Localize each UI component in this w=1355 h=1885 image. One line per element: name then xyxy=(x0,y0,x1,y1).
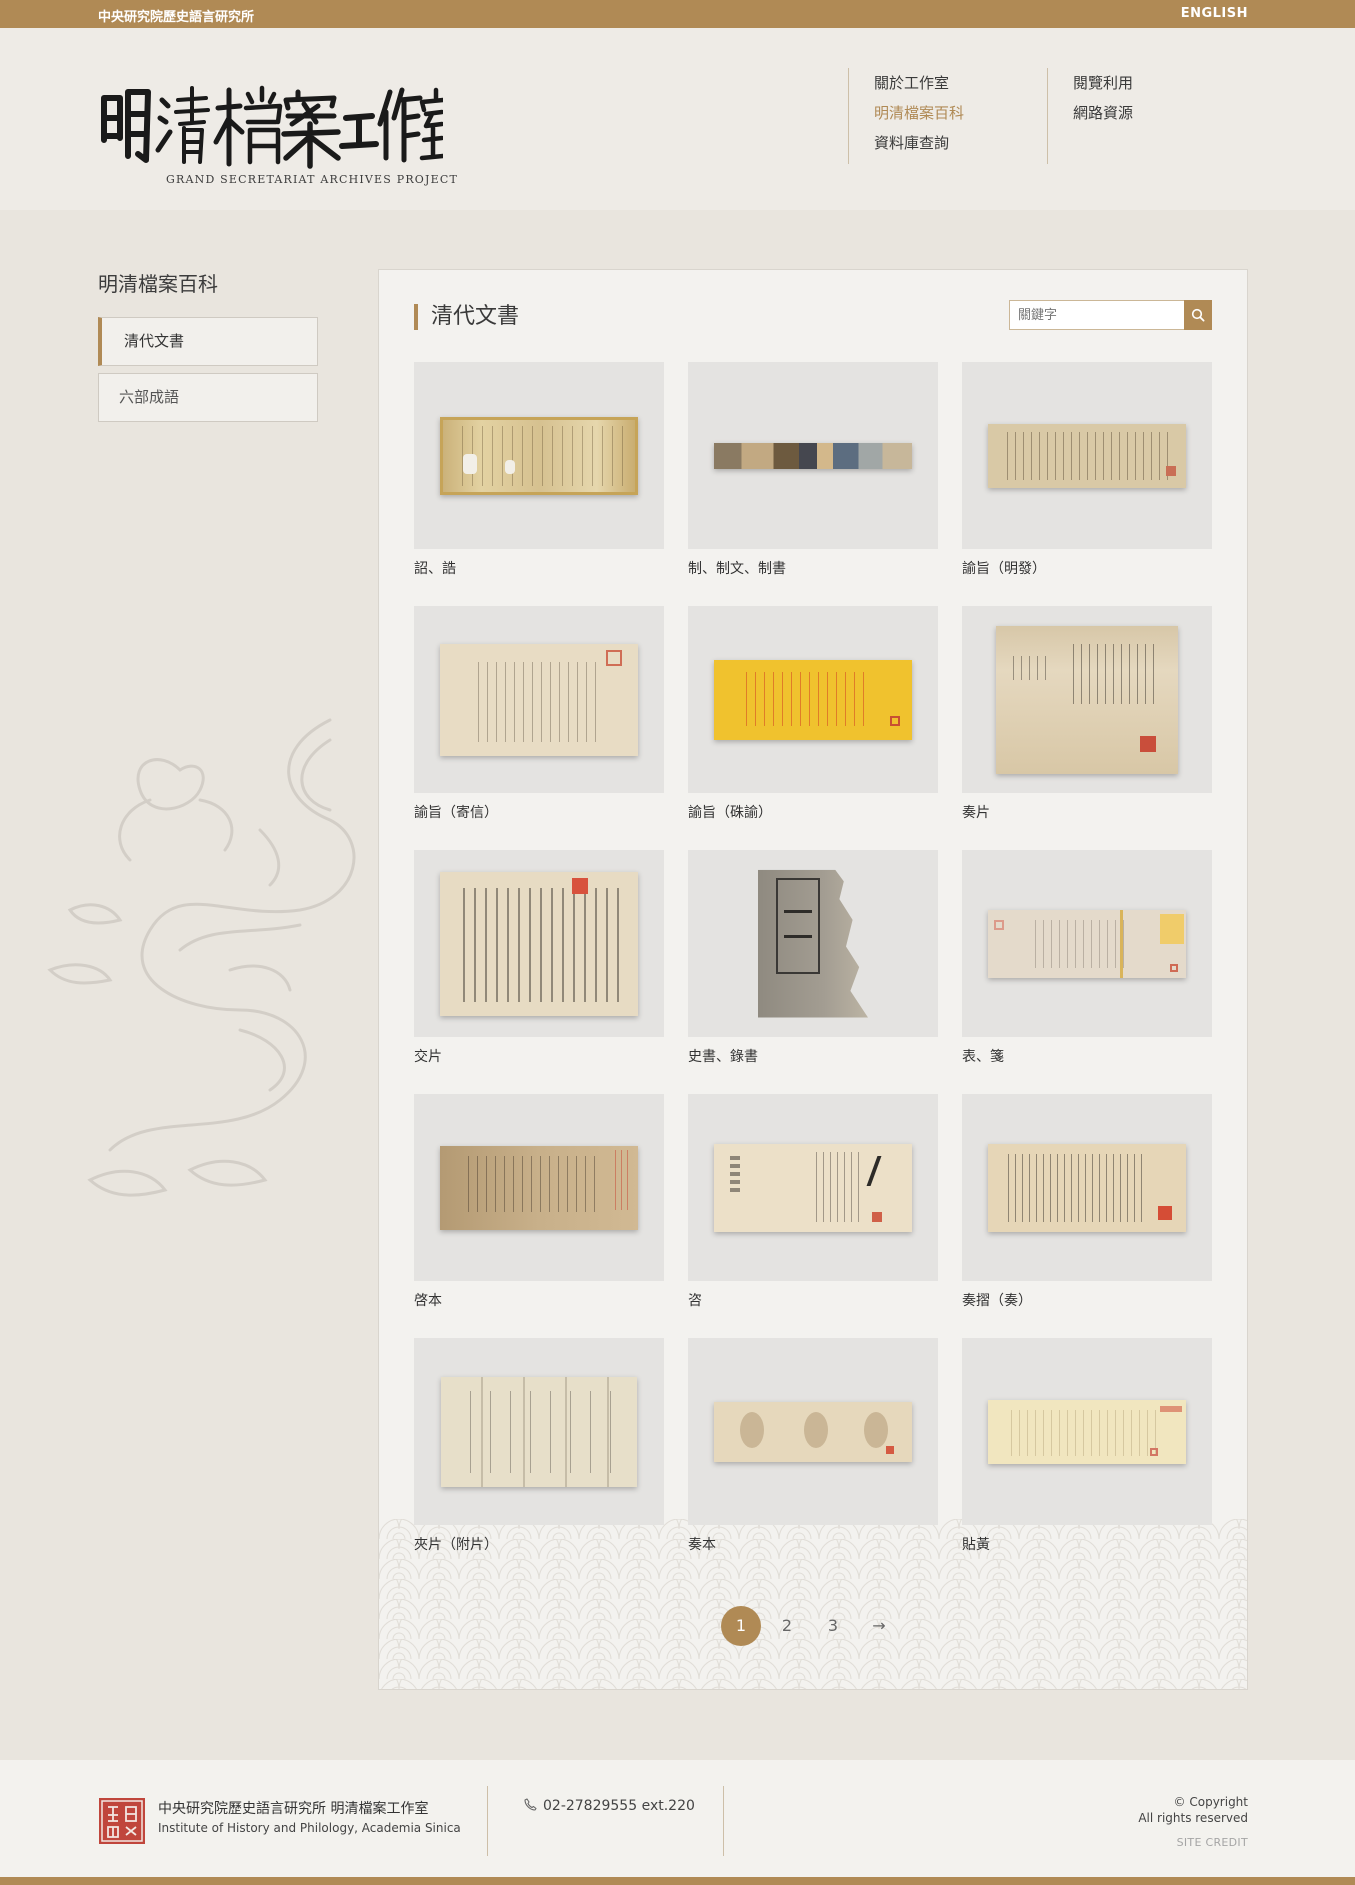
document-image xyxy=(714,442,912,469)
nav-database[interactable]: 資料庫查詢 xyxy=(874,128,1047,158)
search-box xyxy=(1009,300,1212,330)
doc-thumbnail[interactable] xyxy=(962,850,1212,1037)
search-input[interactable] xyxy=(1009,300,1185,330)
doc-card-label: 諭旨（硃諭） xyxy=(688,805,772,821)
language-switch[interactable]: ENGLISH xyxy=(1181,6,1248,21)
doc-thumbnail[interactable] xyxy=(414,606,664,793)
doc-card-label: 交片 xyxy=(414,1049,442,1065)
nav-reading[interactable]: 閱覽利用 xyxy=(1073,68,1133,98)
document-image xyxy=(440,871,638,1016)
page-3-button[interactable]: 3 xyxy=(813,1606,853,1646)
footer-institute-name: 中央研究院歷史語言研究所 明清檔案工作室 xyxy=(158,1801,429,1817)
dragon-decoration-icon xyxy=(47,718,356,1197)
search-icon xyxy=(1191,308,1205,322)
logo-subtitle: GRAND SECRETARIAT ARCHIVES PROJECT xyxy=(166,173,459,186)
doc-card-label: 咨 xyxy=(688,1293,702,1309)
footer-phone[interactable]: 02-27829555 ext.220 xyxy=(524,1798,695,1814)
page-1-button[interactable]: 1 xyxy=(721,1606,761,1646)
search-button[interactable] xyxy=(1184,300,1212,330)
doc-card-label: 諭旨（寄信） xyxy=(414,805,498,821)
doc-card-label: 諭旨（明發） xyxy=(962,561,1046,577)
rights-text: All rights reserved xyxy=(1138,1811,1248,1825)
copyright-text: © Copyright xyxy=(1173,1795,1248,1809)
footer-accent-line xyxy=(0,1877,1355,1885)
document-image xyxy=(441,1376,637,1487)
document-image xyxy=(988,1143,1186,1232)
main-nav-column-1: 關於工作室 明清檔案百科 資料庫查詢 xyxy=(848,68,1048,164)
doc-thumbnail[interactable] xyxy=(688,1094,938,1281)
doc-thumbnail[interactable] xyxy=(688,362,938,549)
doc-thumbnail[interactable] xyxy=(688,1338,938,1525)
doc-thumbnail[interactable] xyxy=(962,1338,1212,1525)
doc-thumbnail[interactable] xyxy=(962,362,1212,549)
doc-card-label: 貼黃 xyxy=(962,1537,990,1553)
doc-card-label: 制、制文、制書 xyxy=(688,561,786,577)
institute-seal-icon xyxy=(99,1798,145,1844)
doc-thumbnail[interactable] xyxy=(962,1094,1212,1281)
next-page-button[interactable]: → xyxy=(859,1606,899,1646)
calligraphy-logo-icon xyxy=(101,85,443,169)
main-nav-column-2: 閱覽利用 網路資源 xyxy=(1073,68,1133,128)
site-logo[interactable]: GRAND SECRETARIAT ARCHIVES PROJECT xyxy=(98,78,457,190)
site-credit-link[interactable]: SITE CREDIT xyxy=(1177,1836,1248,1849)
sidebar-title: 明清檔案百科 xyxy=(98,272,218,296)
page-title: 清代文書 xyxy=(414,304,519,330)
main-panel: 清代文書 詔、誥 制、制文、制書 xyxy=(378,269,1248,1690)
nav-about[interactable]: 關於工作室 xyxy=(874,68,1047,98)
doc-card-label: 夾片（附片） xyxy=(414,1537,498,1553)
nav-resources[interactable]: 網路資源 xyxy=(1073,98,1133,128)
document-image xyxy=(988,1399,1186,1464)
document-image xyxy=(996,625,1178,774)
doc-thumbnail[interactable] xyxy=(414,1094,664,1281)
doc-card-label: 史書、錄書 xyxy=(688,1049,758,1065)
document-image xyxy=(440,1145,638,1230)
document-image xyxy=(440,643,638,756)
page-2-button[interactable]: 2 xyxy=(767,1606,807,1646)
document-image xyxy=(988,423,1186,488)
doc-card-label: 奏摺（奏） xyxy=(962,1293,1032,1309)
footer-phone-number: 02-27829555 ext.220 xyxy=(543,1798,695,1814)
doc-thumbnail[interactable] xyxy=(414,850,664,1037)
document-image xyxy=(714,1143,912,1232)
sidebar-item-qing-documents[interactable]: 清代文書 xyxy=(98,317,318,366)
site-header: GRAND SECRETARIAT ARCHIVES PROJECT 關於工作室… xyxy=(0,28,1355,210)
document-image xyxy=(758,869,868,1018)
wave-pattern-icon xyxy=(379,1519,1247,1689)
document-image xyxy=(714,1401,912,1462)
doc-thumbnail[interactable] xyxy=(414,362,664,549)
sidebar-item-six-boards-terms[interactable]: 六部成語 xyxy=(98,373,318,422)
document-image xyxy=(714,659,912,740)
phone-icon xyxy=(524,1798,537,1811)
footer-divider xyxy=(487,1786,488,1856)
doc-thumbnail[interactable] xyxy=(688,850,938,1037)
doc-card-label: 詔、誥 xyxy=(414,561,456,577)
doc-thumbnail[interactable] xyxy=(962,606,1212,793)
doc-thumbnail[interactable] xyxy=(414,1338,664,1525)
document-image xyxy=(440,416,638,495)
document-image xyxy=(988,909,1186,978)
site-footer: 中央研究院歷史語言研究所 明清檔案工作室 Institute of Histor… xyxy=(0,1760,1355,1877)
top-bar: 中央研究院歷史語言研究所 ENGLISH xyxy=(0,0,1355,28)
footer-divider xyxy=(723,1786,724,1856)
nav-encyclopedia[interactable]: 明清檔案百科 xyxy=(874,98,1047,128)
footer-institute-en: Institute of History and Philology, Acad… xyxy=(158,1821,461,1835)
doc-card-label: 奏本 xyxy=(688,1537,716,1553)
doc-card-label: 啓本 xyxy=(414,1293,442,1309)
institute-link[interactable]: 中央研究院歷史語言研究所 xyxy=(98,6,254,25)
doc-card-label: 表、箋 xyxy=(962,1049,1004,1065)
doc-card-label: 奏片 xyxy=(962,805,990,821)
footer-copyright: © Copyright All rights reserved xyxy=(1138,1794,1248,1826)
doc-thumbnail[interactable] xyxy=(688,606,938,793)
